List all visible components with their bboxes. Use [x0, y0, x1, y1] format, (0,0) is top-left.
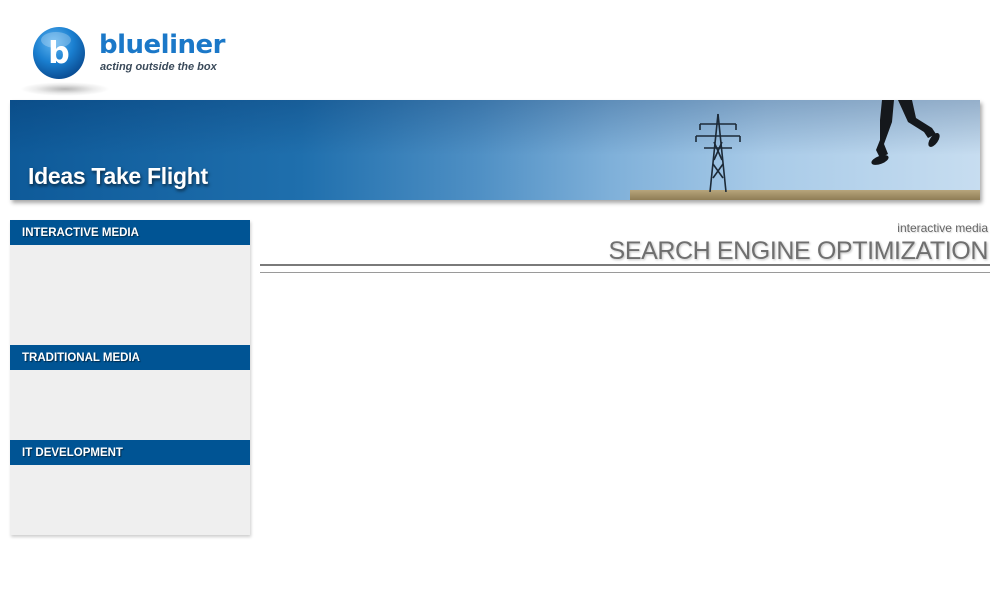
sidebar-section-label: INTERACTIVE MEDIA [22, 227, 139, 239]
logo-shadow [20, 82, 110, 96]
logo-wordmark: blueliner [99, 30, 225, 60]
logo-badge-letter: b [48, 36, 69, 71]
sidebar-section-traditional-media[interactable]: TRADITIONAL MEDIA [10, 345, 250, 370]
jumping-person-icon [871, 100, 940, 165]
logo-badge-icon: b [33, 27, 85, 79]
logo-tagline: acting outside the box [100, 61, 217, 73]
page-title: SEARCH ENGINE OPTIMIZATION [608, 237, 989, 265]
title-divider-thin [260, 272, 990, 273]
sidebar-section-interactive-media[interactable]: INTERACTIVE MEDIA [10, 220, 250, 245]
sidebar: INTERACTIVE MEDIA TRADITIONAL MEDIA IT D… [10, 220, 250, 535]
banner-headline: Ideas Take Flight [28, 163, 208, 189]
content-category: interactive media [897, 221, 988, 235]
power-tower-icon [695, 113, 741, 192]
logo-badge: b [32, 26, 86, 80]
banner-ground [630, 190, 980, 200]
site-logo[interactable]: b blueliner acting outside the box [10, 14, 250, 98]
sidebar-section-label: IT DEVELOPMENT [22, 447, 123, 459]
sidebar-section-label: TRADITIONAL MEDIA [22, 352, 140, 364]
hero-banner: Ideas Take Flight [10, 100, 980, 200]
sidebar-section-it-development[interactable]: IT DEVELOPMENT [10, 440, 250, 465]
title-divider [260, 264, 990, 266]
